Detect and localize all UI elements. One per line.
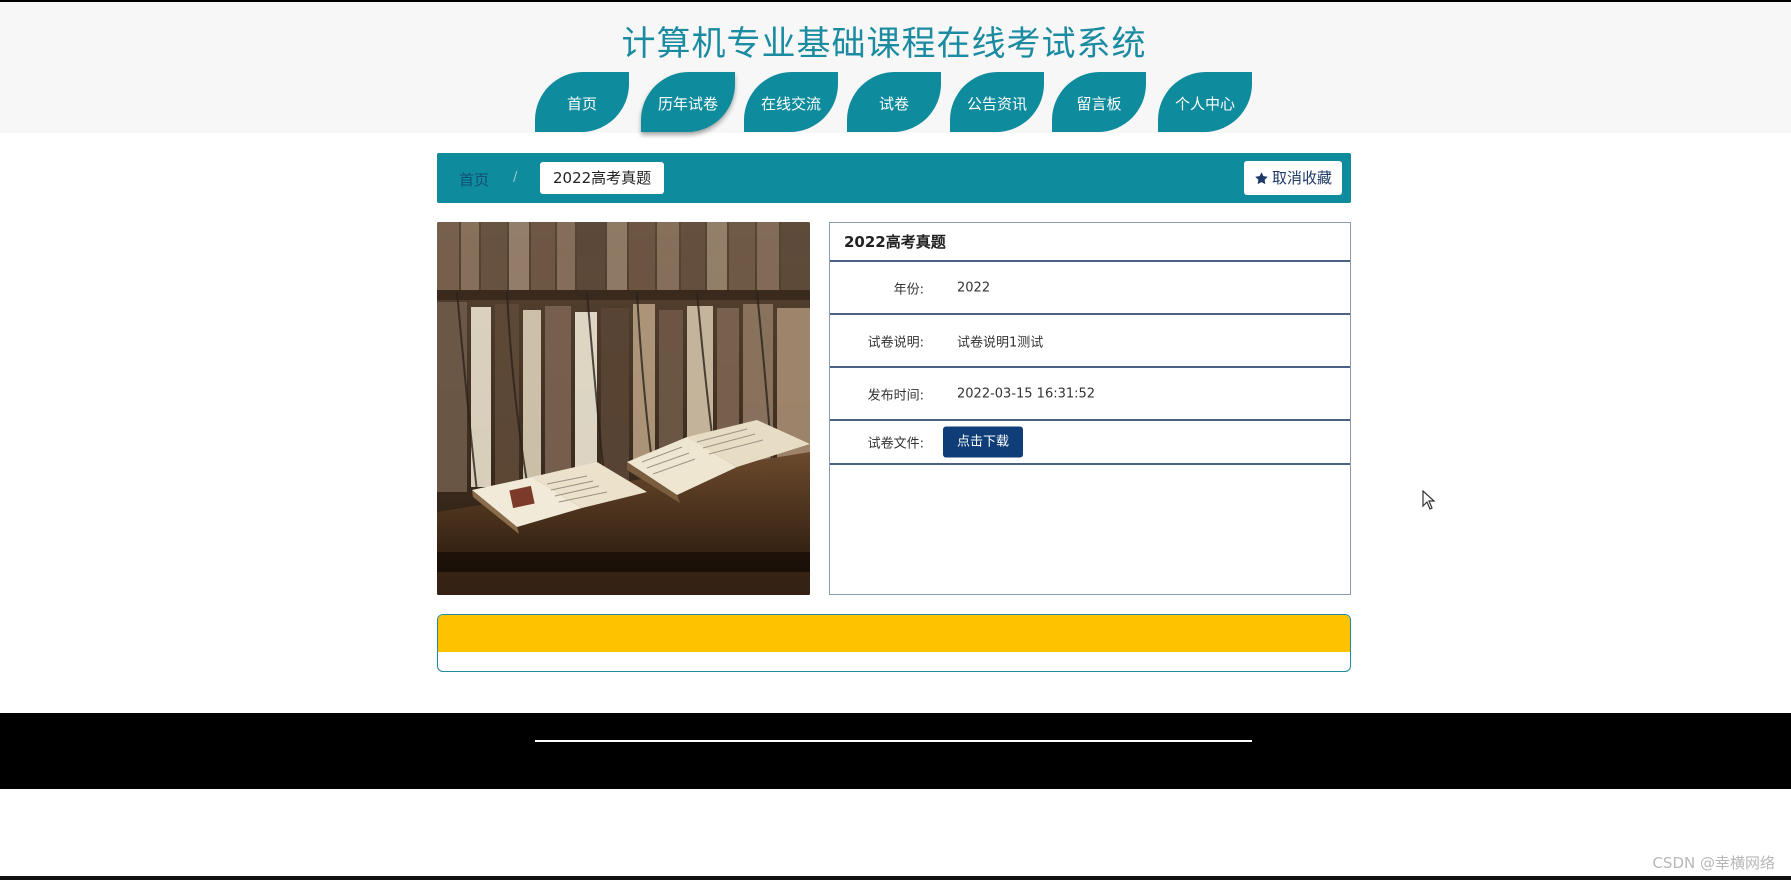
detail-row-publish-time: 发布时间: 2022-03-15 16:31:52 xyxy=(830,368,1350,421)
row-value: 2022 xyxy=(957,280,991,295)
breadcrumb: 首页 / 2022高考真题 取消收藏 xyxy=(437,153,1351,203)
nav-label: 留言板 xyxy=(1076,94,1122,113)
nav-label: 在线交流 xyxy=(760,94,821,113)
nav-past-exams[interactable]: 历年试卷 xyxy=(641,72,735,132)
nav-label: 试卷 xyxy=(878,94,909,113)
site-header: 计算机专业基础课程在线考试系统 首页 历年试卷 在线交流 试卷 公告资讯 留言板… xyxy=(0,2,1791,133)
row-label: 试卷说明: xyxy=(867,335,924,350)
breadcrumb-home-link[interactable]: 首页 xyxy=(459,169,489,190)
exam-detail-panel: 2022高考真题 年份: 2022 试卷说明: 试卷说明1测试 发布时间: 20… xyxy=(829,222,1351,595)
nav-label: 首页 xyxy=(566,94,597,113)
site-title: 计算机专业基础课程在线考试系统 xyxy=(621,24,1147,64)
footer-divider xyxy=(535,740,1252,742)
download-button[interactable]: 点击下载 xyxy=(943,426,1024,458)
nav-online-chat[interactable]: 在线交流 xyxy=(744,72,838,132)
comment-section-header xyxy=(438,615,1350,652)
comment-section xyxy=(437,614,1351,672)
detail-row-year: 年份: 2022 xyxy=(830,262,1350,315)
nav-announcements[interactable]: 公告资讯 xyxy=(950,72,1044,132)
library-books-illustration xyxy=(437,222,810,595)
nav-label: 公告资讯 xyxy=(966,94,1027,113)
site-footer xyxy=(0,713,1791,789)
nav-label: 个人中心 xyxy=(1174,94,1235,113)
breadcrumb-current: 2022高考真题 xyxy=(540,162,665,194)
breadcrumb-separator: / xyxy=(513,170,518,185)
nav-home[interactable]: 首页 xyxy=(535,72,629,132)
mouse-pointer-icon xyxy=(1422,489,1436,514)
row-value: 试卷说明1测试 xyxy=(957,335,1044,350)
unfavorite-label: 取消收藏 xyxy=(1271,169,1332,187)
exam-cover-image xyxy=(437,222,810,595)
nav-exams[interactable]: 试卷 xyxy=(847,72,941,132)
nav-message-board[interactable]: 留言板 xyxy=(1052,72,1146,132)
row-value: 2022-03-15 16:31:52 xyxy=(957,386,1096,401)
detail-row-description: 试卷说明: 试卷说明1测试 xyxy=(830,315,1350,368)
row-label: 试卷文件: xyxy=(867,436,924,452)
detail-row-file: 试卷文件: 点击下载 xyxy=(830,421,1350,465)
nav-label: 历年试卷 xyxy=(657,94,718,113)
row-label: 年份: xyxy=(893,282,924,297)
star-icon xyxy=(1255,171,1268,184)
nav-personal-center[interactable]: 个人中心 xyxy=(1158,72,1252,132)
exam-title: 2022高考真题 xyxy=(830,223,1350,262)
bottom-border xyxy=(0,876,1791,880)
unfavorite-button[interactable]: 取消收藏 xyxy=(1243,161,1342,195)
watermark: CSDN @幸横网络 xyxy=(1652,854,1775,872)
row-label: 发布时间: xyxy=(867,388,924,403)
